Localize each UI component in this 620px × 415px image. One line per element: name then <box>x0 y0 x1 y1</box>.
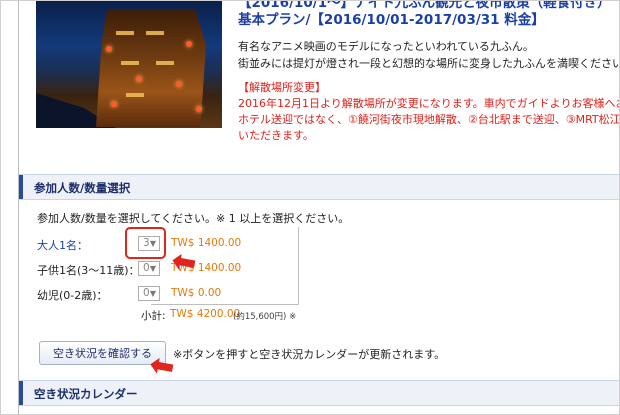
tour-description-line2: 街並みには提灯が燈され一段と幻想的な場所に変身した九ふんを満喫ください。 <box>238 57 620 70</box>
highlight-box <box>125 227 166 259</box>
infant-price: TW$ 0.00 <box>171 287 222 299</box>
infant-quantity-select[interactable]: 0 ▼ <box>138 286 160 301</box>
infant-label: 幼児(0-2歳)： <box>37 289 108 302</box>
chevron-down-icon: ▼ <box>149 264 156 273</box>
calendar-section-header: 空き状況カレンダー <box>19 380 619 406</box>
subtotal-price: TW$ 4200.00 <box>170 308 241 320</box>
notice-line2: ホテル送迎ではなく、①饒河街夜市現地解散、②台北駅まで送迎、③MRT松江南京駅 <box>238 113 620 126</box>
adult-label: 大人1名： <box>37 239 88 252</box>
page-frame: 【2016/10/1～】ナイト九ふん観光と夜市散策（軽食付き） 基本プラン/【2… <box>0 0 620 415</box>
quantity-instruction: 参加人数/数量を選択してください。※ 1 以上を選択ください。 <box>37 212 350 225</box>
chevron-down-icon: ▼ <box>149 289 156 298</box>
price-column-divider <box>298 227 299 305</box>
left-border-line <box>18 1 19 414</box>
child-quantity-select[interactable]: 0 ▼ <box>138 261 160 276</box>
child-quantity-value: 0 <box>143 262 150 274</box>
subtotal-divider <box>151 304 299 305</box>
notice-heading: 【解散場所変更】 <box>238 81 326 94</box>
tour-description-line1: 有名なアニメ映画のモデルになったといわれている九ふん。 <box>238 40 534 53</box>
participants-section-title: 参加人数/数量選択 <box>34 181 131 195</box>
notice-line1: 2016年12月1日より解散場所が変更になります。車内でガイドよりお客様へおうか… <box>238 97 619 110</box>
tour-title: 【2016/10/1～】ナイト九ふん観光と夜市散策（軽食付き） 基本プラン/【2… <box>238 0 619 29</box>
child-label: 子供1名(3～11歳)： <box>37 264 140 277</box>
tour-title-line2: 基本プラン/【2016/10/01-2017/03/31 料金】 <box>238 12 545 28</box>
tour-photo <box>36 1 222 128</box>
subtotal-jpy: (約15,600円) ※ <box>233 312 297 322</box>
infant-quantity-value: 0 <box>143 287 150 299</box>
check-availability-note: ※ボタンを押すと空き状況カレンダーが更新されます。 <box>173 348 446 361</box>
participants-section-header: 参加人数/数量選択 <box>19 174 619 200</box>
tour-title-line1: 【2016/10/1～】ナイト九ふん観光と夜市散策（軽食付き） <box>238 0 611 11</box>
notice-block: 【解散場所変更】 2016年12月1日より解散場所が変更になります。車内でガイド… <box>238 80 620 144</box>
subtotal-label: 小計: <box>141 310 166 322</box>
notice-line3: いただきます。 <box>238 129 314 142</box>
tour-description: 有名なアニメ映画のモデルになったといわれている九ふん。 街並みには提灯が燈され一… <box>238 38 620 72</box>
calendar-section-title: 空き状況カレンダー <box>34 387 138 401</box>
